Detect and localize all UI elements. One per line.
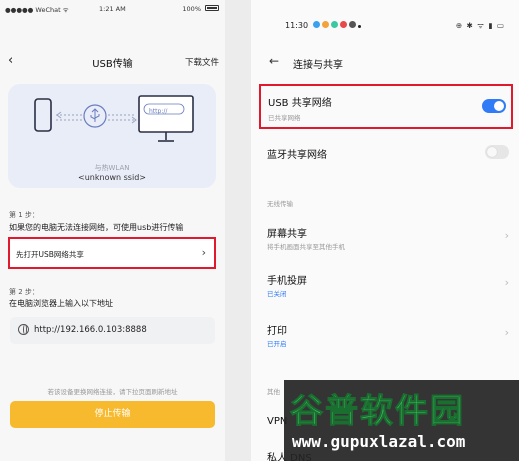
- hotspot-label: 与热WLAN: [94, 164, 130, 172]
- bluetooth-tethering-toggle[interactable]: [485, 145, 509, 159]
- open-usb-tethering-row[interactable]: 先打开USB网络共享 ›: [8, 237, 216, 269]
- status-bar: 11:30 ⊕ ✱ ᯤ ▮ ▭: [251, 0, 519, 30]
- usb-tethering-row[interactable]: USB 共享网络 已共享网络: [259, 84, 513, 129]
- more-dot-icon: [358, 25, 361, 28]
- wireless-section-label: 无线传输: [267, 200, 293, 208]
- chevron-right-icon: ›: [201, 246, 206, 259]
- globe-icon: [18, 324, 29, 335]
- app-notification-icon: [340, 21, 347, 28]
- app-notification-icon: [349, 21, 356, 28]
- carrier-label: ●●●●● WeChat ᯤ: [5, 6, 69, 14]
- status-bar: ●●●●● WeChat ᯤ 1:21 AM 100%: [0, 0, 225, 16]
- watermark-domain: www.gupuxlazal.com: [292, 432, 466, 451]
- step2-description: 在电脑浏览器上输入以下地址: [9, 299, 113, 308]
- transfer-address: http://192.166.0.103:8888: [34, 325, 147, 335]
- bluetooth-tethering-row[interactable]: 蓝牙共享网络: [267, 145, 513, 162]
- app-notification-icon: [313, 21, 320, 28]
- app-notification-icon: [322, 21, 329, 28]
- battery-percent: 100%: [182, 5, 201, 13]
- site-watermark: 谷普软件园 www.gupuxlazal.com: [284, 380, 519, 461]
- page-title: 连接与共享: [293, 60, 343, 71]
- notification-icons: [313, 21, 383, 30]
- app-notification-icon: [331, 21, 338, 28]
- ssid-label: <unknown ssid>: [78, 173, 146, 182]
- refresh-hint: 若该设备更换网络连接，请下拉页面刷新地址: [47, 388, 178, 396]
- chevron-right-icon: ›: [504, 326, 509, 339]
- print-status: 已开启: [267, 340, 287, 348]
- step1-label: 第 1 步：: [9, 211, 39, 219]
- monitor-url-text: http://: [149, 108, 168, 115]
- screen-cast-label: 手机投屏: [267, 276, 307, 287]
- nav-bar: ‹ USB传输 下载文件: [0, 50, 225, 74]
- step1-description: 如果您的电脑无法连接网络，可使用usb进行传输: [9, 223, 184, 232]
- screen-cast-status: 已关闭: [267, 290, 287, 298]
- watermark-logo: 谷普软件园: [290, 391, 465, 427]
- battery-icon: [205, 5, 219, 11]
- other-section-label: 其他: [267, 388, 280, 396]
- chevron-right-icon: ›: [504, 276, 509, 289]
- open-usb-tethering-label: 先打开USB网络共享: [16, 250, 84, 259]
- bluetooth-tethering-label: 蓝牙共享网络: [267, 150, 327, 161]
- chevron-right-icon: ›: [504, 229, 509, 242]
- screen-share-description: 将手机画面共享至其他手机: [267, 243, 345, 251]
- stop-transfer-button[interactable]: 停止传输: [10, 401, 215, 428]
- usb-tethering-toggle[interactable]: [482, 99, 506, 113]
- download-files-button[interactable]: 下载文件: [185, 56, 219, 68]
- address-box[interactable]: http://192.166.0.103:8888: [10, 317, 215, 344]
- phone-icon: [34, 98, 52, 132]
- back-arrow-icon[interactable]: ←: [269, 54, 279, 68]
- system-status-icons: ⊕ ✱ ᯤ ▮ ▭: [455, 21, 505, 30]
- wechat-usb-transfer-screen: ●●●●● WeChat ᯤ 1:21 AM 100% ‹ USB传输 下载文件…: [0, 0, 225, 461]
- page-header: ← 连接与共享: [251, 54, 519, 76]
- screen-cast-row[interactable]: 手机投屏 已关闭 ›: [267, 272, 513, 298]
- screen-share-label: 屏幕共享: [267, 229, 307, 240]
- usb-tethering-status: 已共享网络: [268, 114, 301, 122]
- usb-tethering-label: USB 共享网络: [268, 98, 332, 109]
- step2-label: 第 2 步：: [9, 288, 39, 296]
- print-label: 打印: [267, 326, 287, 337]
- status-time: 11:30: [285, 21, 309, 30]
- print-row[interactable]: 打印 已开启 ›: [267, 322, 513, 348]
- screen-share-row[interactable]: 屏幕共享 将手机画面共享至其他手机 ›: [267, 225, 513, 251]
- connection-diagram: http:// 与热WLAN <unknown ssid>: [8, 84, 216, 188]
- status-time: 1:21 AM: [99, 5, 126, 13]
